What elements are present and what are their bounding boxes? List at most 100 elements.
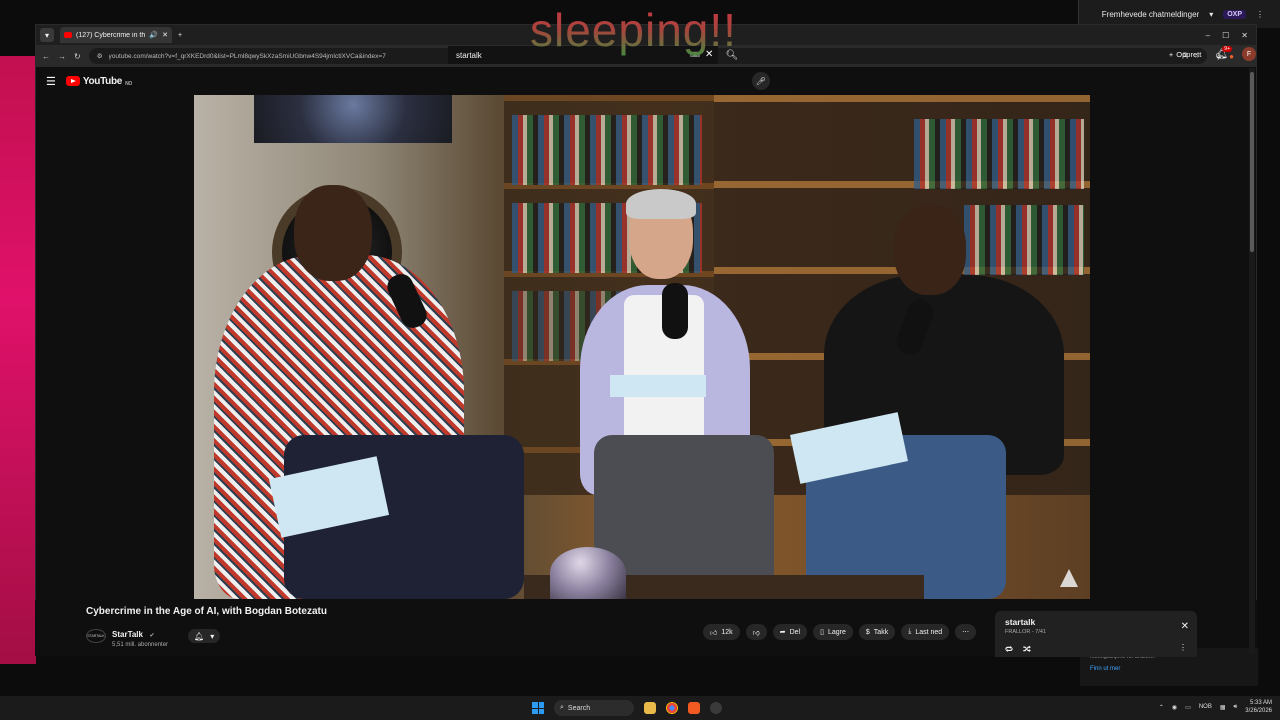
host-right-head xyxy=(894,205,966,295)
network-icon[interactable]: ▦ xyxy=(1220,704,1226,711)
thumbs-up-icon: 👍︎ xyxy=(710,629,718,637)
taskbar-search-label: Search xyxy=(567,704,591,712)
overlay-caption: sleeping!! xyxy=(530,4,737,56)
share-button[interactable]: ➦ Del xyxy=(772,624,808,640)
book-row xyxy=(914,119,1084,189)
book-row xyxy=(964,205,1084,275)
new-tab-button[interactable]: + xyxy=(178,32,182,39)
more-options-icon[interactable]: ⋮ xyxy=(1179,643,1187,652)
minimize-button[interactable]: – xyxy=(1206,31,1210,40)
chevron-down-icon[interactable]: ▾ xyxy=(1209,10,1213,19)
download-label: Last ned xyxy=(915,628,943,636)
featured-chat-label[interactable]: Fremhevede chatmeldinger xyxy=(1102,10,1199,19)
wall-painting xyxy=(254,95,452,143)
channel-name[interactable]: StarTalk xyxy=(112,630,143,639)
share-icon: ➦ xyxy=(779,629,786,636)
time: 5:33 AM xyxy=(1249,700,1272,706)
playlist-controls: 🔁︎ 🔀︎ xyxy=(1005,644,1031,656)
shuffle-icon[interactable]: 🔀︎ xyxy=(1023,644,1031,656)
windows-start-icon[interactable] xyxy=(532,702,544,714)
site-info-icon[interactable]: ⚙ xyxy=(97,52,103,60)
clock[interactable]: 5:33 AM 3/26/2026 xyxy=(1245,699,1272,715)
crystal-ball-prop xyxy=(550,547,626,599)
microphone-icon[interactable]: 🎤︎ xyxy=(752,72,770,90)
youtube-logo[interactable]: YouTube NO xyxy=(65,76,132,87)
save-label: Lagre xyxy=(827,628,846,636)
host-center-hair xyxy=(626,189,696,219)
flag-icon[interactable]: ▭ xyxy=(1185,704,1191,711)
youtube-header: ☰ YouTube NO xyxy=(36,67,1256,95)
create-button[interactable]: + Opprett xyxy=(1169,50,1201,59)
bookmark-icon: ▯ xyxy=(820,629,824,636)
app-icon[interactable] xyxy=(710,702,722,714)
notifications-bell-icon[interactable]: 🔔︎ 9+ xyxy=(1215,45,1232,60)
header-actions: + Opprett 🔔︎ 9+ F xyxy=(1169,45,1256,61)
date: 3/26/2026 xyxy=(1245,708,1272,714)
taskbar-search[interactable]: ⌕ Search xyxy=(554,700,634,716)
tray-app-icon[interactable]: ◉ xyxy=(1172,704,1177,711)
speaker-icon[interactable]: 🔊 xyxy=(149,31,158,39)
playlist-subtitle: FRALLOR - 7/41 xyxy=(1005,629,1046,635)
create-label: Opprett xyxy=(1176,49,1202,59)
save-button[interactable]: ▯ Lagre xyxy=(813,624,853,640)
share-label: Del xyxy=(789,628,801,636)
language-indicator[interactable]: NOB xyxy=(1199,704,1212,710)
tab-youtube[interactable]: (127) Cybercrime in the Age 🔊 ✕ xyxy=(60,27,172,43)
youtube-favicon-icon xyxy=(64,32,72,38)
chrome-icon[interactable] xyxy=(666,702,678,714)
subscriber-count: 5,51 mill. abonnenter xyxy=(112,642,169,648)
taskbar-apps: ⌕ Search xyxy=(532,700,722,716)
youtube-play-icon xyxy=(65,76,80,86)
volume-icon[interactable]: 🔊︎ xyxy=(1234,704,1238,711)
playlist-title: startalk xyxy=(1005,617,1036,627)
like-button[interactable]: 👍︎ 12k xyxy=(703,624,740,640)
video-player[interactable] xyxy=(194,95,1090,599)
reload-icon[interactable]: ↻ xyxy=(74,52,81,61)
verified-icon: ✔ xyxy=(149,633,155,639)
video-title: Cybercrime in the Age of AI, with Bogdan… xyxy=(86,606,327,617)
window-controls: – ☐ ✕ xyxy=(1206,31,1256,40)
microphone-prop xyxy=(662,283,688,339)
tab-close-icon[interactable]: ✕ xyxy=(162,31,168,39)
page-scrollbar[interactable] xyxy=(1249,68,1255,654)
country-code: NO xyxy=(125,80,132,87)
chevron-down-icon: ▾ xyxy=(210,631,215,641)
more-icon: ⋯ xyxy=(962,629,970,636)
menu-hamburger-icon[interactable]: ☰ xyxy=(46,75,56,88)
channel-info: StarTalk ✔ 5,51 mill. abonnenter xyxy=(112,624,168,648)
more-actions-button[interactable]: ⋯ xyxy=(955,624,977,640)
channel-avatar[interactable]: STARTALK xyxy=(86,629,106,643)
back-icon[interactable]: ← xyxy=(42,52,50,61)
file-explorer-icon[interactable] xyxy=(644,702,656,714)
like-count: 12k xyxy=(721,628,733,636)
desktop-wallpaper-strip xyxy=(0,56,36,664)
channel-row: STARTALK StarTalk ✔ 5,51 mill. abonnente… xyxy=(86,624,221,648)
subscribed-bell-button[interactable]: 🔔︎ ▾ xyxy=(188,629,221,643)
video-actions: 👍︎ 12k 👎︎ ➦ Del ▯ Lagre $ Takk ⤓ Last ne… xyxy=(703,624,977,640)
avatar[interactable]: F xyxy=(1242,47,1256,61)
more-options-icon[interactable]: ⋮ xyxy=(1256,10,1264,19)
thanks-button[interactable]: $ Takk xyxy=(858,624,896,640)
download-icon: ⤓ xyxy=(908,628,912,635)
dislike-button[interactable]: 👎︎ xyxy=(745,624,767,640)
download-button[interactable]: ⤓ Last ned xyxy=(901,624,950,640)
search-icon: ⌕ xyxy=(560,704,564,711)
book-row xyxy=(512,115,702,185)
mini-playlist-panel[interactable]: startalk FRALLOR - 7/41 ✕ 🔁︎ 🔀︎ ⋮ xyxy=(995,611,1197,657)
thanks-icon: $ xyxy=(865,628,870,636)
loop-icon[interactable]: 🔁︎ xyxy=(1005,644,1013,656)
brave-icon[interactable] xyxy=(688,702,700,714)
close-icon[interactable]: ✕ xyxy=(1181,621,1189,632)
maximize-button[interactable]: ☐ xyxy=(1222,31,1229,40)
oxp-badge[interactable]: OXP xyxy=(1223,9,1246,19)
tab-title: (127) Cybercrime in the Age xyxy=(76,31,146,39)
bell-icon: 🔔︎ xyxy=(194,631,205,641)
learn-more-link[interactable]: Finn ut mer xyxy=(1090,666,1248,672)
system-tray: ⌃ ◉ ▭ NOB ▦ 🔊︎ 5:33 AM 3/26/2026 xyxy=(1159,699,1272,715)
chevron-up-icon[interactable]: ⌃ xyxy=(1159,704,1164,711)
close-window-button[interactable]: ✕ xyxy=(1241,31,1248,40)
scrollbar-thumb[interactable] xyxy=(1250,72,1254,252)
tab-list-icon[interactable]: ▾ xyxy=(40,28,54,42)
forward-icon[interactable]: → xyxy=(58,52,66,61)
thanks-label: Takk xyxy=(873,628,889,636)
